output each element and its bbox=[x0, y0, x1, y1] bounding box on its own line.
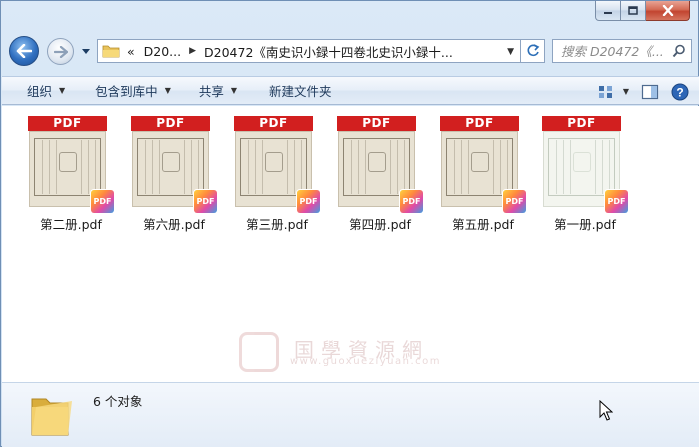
explorer-window: « D20... ▶ D20472《南史识小録十四卷北史识小録十... ▼ 组织… bbox=[0, 0, 699, 447]
details-pane: 6 个对象 bbox=[2, 382, 699, 447]
forward-arrow-icon bbox=[53, 45, 68, 58]
chevron-down-icon: ▼ bbox=[230, 86, 238, 95]
close-icon bbox=[662, 5, 673, 16]
pdf-label: PDF bbox=[542, 116, 621, 131]
pdf-thumbnail: PDF PDF bbox=[542, 116, 628, 213]
pdf-thumbnail: PDF PDF bbox=[440, 116, 526, 213]
pdf-label: PDF bbox=[337, 116, 416, 131]
pdf-label: PDF bbox=[234, 116, 313, 131]
organize-label: 组织 bbox=[27, 84, 53, 99]
maximize-button[interactable] bbox=[621, 1, 646, 21]
help-icon[interactable]: ? bbox=[671, 83, 689, 101]
chevron-down-icon: ▼ bbox=[59, 86, 66, 95]
breadcrumb-item-current[interactable]: D20472《南史识小録十四卷北史识小録十... bbox=[204, 42, 453, 61]
navigation-row: « D20... ▶ D20472《南史识小録十四卷北史识小録十... ▼ bbox=[1, 31, 699, 71]
breadcrumb-separator-icon[interactable]: ▶ bbox=[189, 46, 196, 56]
recent-pages-dropdown-icon[interactable] bbox=[81, 46, 91, 56]
share-label: 共享 bbox=[198, 84, 224, 99]
minimize-icon bbox=[604, 11, 612, 14]
pdf-app-icon: PDF bbox=[605, 190, 628, 213]
forward-button[interactable] bbox=[47, 38, 74, 65]
view-options-icon bbox=[598, 85, 612, 98]
command-bar: 组织 ▼ 包含到库中 ▼ 共享 ▼ 新建文件夹 ▼ ? bbox=[2, 76, 699, 105]
maximize-icon bbox=[628, 6, 638, 15]
chevron-down-icon: ▼ bbox=[164, 86, 171, 95]
include-in-library-label: 包含到库中 bbox=[95, 84, 158, 99]
include-in-library-menu[interactable]: 包含到库中 ▼ bbox=[77, 76, 183, 105]
close-button[interactable] bbox=[646, 1, 690, 21]
minimize-button[interactable] bbox=[595, 1, 621, 21]
view-controls: ▼ ? bbox=[597, 77, 689, 106]
refresh-icon bbox=[527, 44, 539, 57]
file-item[interactable]: PDF PDF 第六册.pdf bbox=[112, 114, 217, 234]
chevron-down-icon: ▼ bbox=[622, 87, 629, 96]
file-item[interactable]: PDF PDF 第一册.pdf bbox=[523, 114, 628, 234]
share-menu[interactable]: 共享 ▼ bbox=[183, 76, 249, 105]
pdf-thumbnail: PDF PDF bbox=[131, 116, 217, 213]
search-box[interactable] bbox=[552, 39, 692, 63]
breadcrumb-item-root[interactable]: D20... bbox=[144, 44, 181, 59]
back-button[interactable] bbox=[9, 36, 39, 66]
address-bar[interactable]: « D20... ▶ D20472《南史识小録十四卷北史识小録十... ▼ bbox=[97, 39, 521, 63]
mouse-pointer-icon bbox=[599, 400, 613, 421]
pdf-label: PDF bbox=[131, 116, 210, 131]
file-item[interactable]: PDF PDF 第四册.pdf bbox=[318, 114, 423, 234]
new-folder-label: 新建文件夹 bbox=[269, 84, 332, 99]
file-list-area[interactable]: PDF PDF 第二册.pdf PDF PDF 第六册.pdf PDF PDF … bbox=[2, 106, 699, 382]
folder-icon bbox=[31, 398, 72, 436]
file-name: 第一册.pdf bbox=[554, 217, 616, 232]
file-item[interactable]: PDF PDF 第三册.pdf bbox=[215, 114, 320, 234]
address-dropdown-icon[interactable]: ▼ bbox=[507, 47, 514, 57]
refresh-button[interactable] bbox=[521, 39, 545, 63]
pdf-app-icon: PDF bbox=[400, 190, 423, 213]
pdf-label: PDF bbox=[440, 116, 519, 131]
change-view-button[interactable]: ▼ bbox=[597, 84, 629, 100]
watermark-seal-icon bbox=[239, 332, 279, 372]
folder-icon bbox=[102, 45, 120, 58]
search-input[interactable] bbox=[561, 41, 671, 61]
pdf-thumbnail: PDF PDF bbox=[234, 116, 320, 213]
pdf-thumbnail: PDF PDF bbox=[28, 116, 114, 213]
caption-buttons bbox=[595, 1, 690, 21]
watermark-url: www.guoxueziyuan.com bbox=[290, 356, 441, 367]
item-count: 6 个对象 bbox=[93, 394, 143, 409]
search-icon[interactable] bbox=[672, 44, 686, 58]
watermark: 国學資源網 www.guoxueziyuan.com bbox=[234, 332, 464, 372]
pdf-app-icon: PDF bbox=[194, 190, 217, 213]
back-arrow-icon bbox=[16, 44, 32, 58]
organize-menu[interactable]: 组织 ▼ bbox=[2, 76, 77, 105]
file-item[interactable]: PDF PDF 第五册.pdf bbox=[421, 114, 526, 234]
pdf-app-icon: PDF bbox=[91, 190, 114, 213]
pdf-app-icon: PDF bbox=[297, 190, 320, 213]
breadcrumb-overflow[interactable]: « bbox=[127, 44, 135, 59]
file-item[interactable]: PDF PDF 第二册.pdf bbox=[9, 114, 114, 234]
pdf-label: PDF bbox=[28, 116, 107, 131]
pdf-thumbnail: PDF PDF bbox=[337, 116, 423, 213]
new-folder-button[interactable]: 新建文件夹 bbox=[249, 76, 344, 105]
svg-text:?: ? bbox=[676, 85, 683, 99]
breadcrumb: « D20... ▶ D20472《南史识小録十四卷北史识小録十... bbox=[120, 42, 453, 61]
preview-pane-icon[interactable] bbox=[641, 84, 659, 100]
